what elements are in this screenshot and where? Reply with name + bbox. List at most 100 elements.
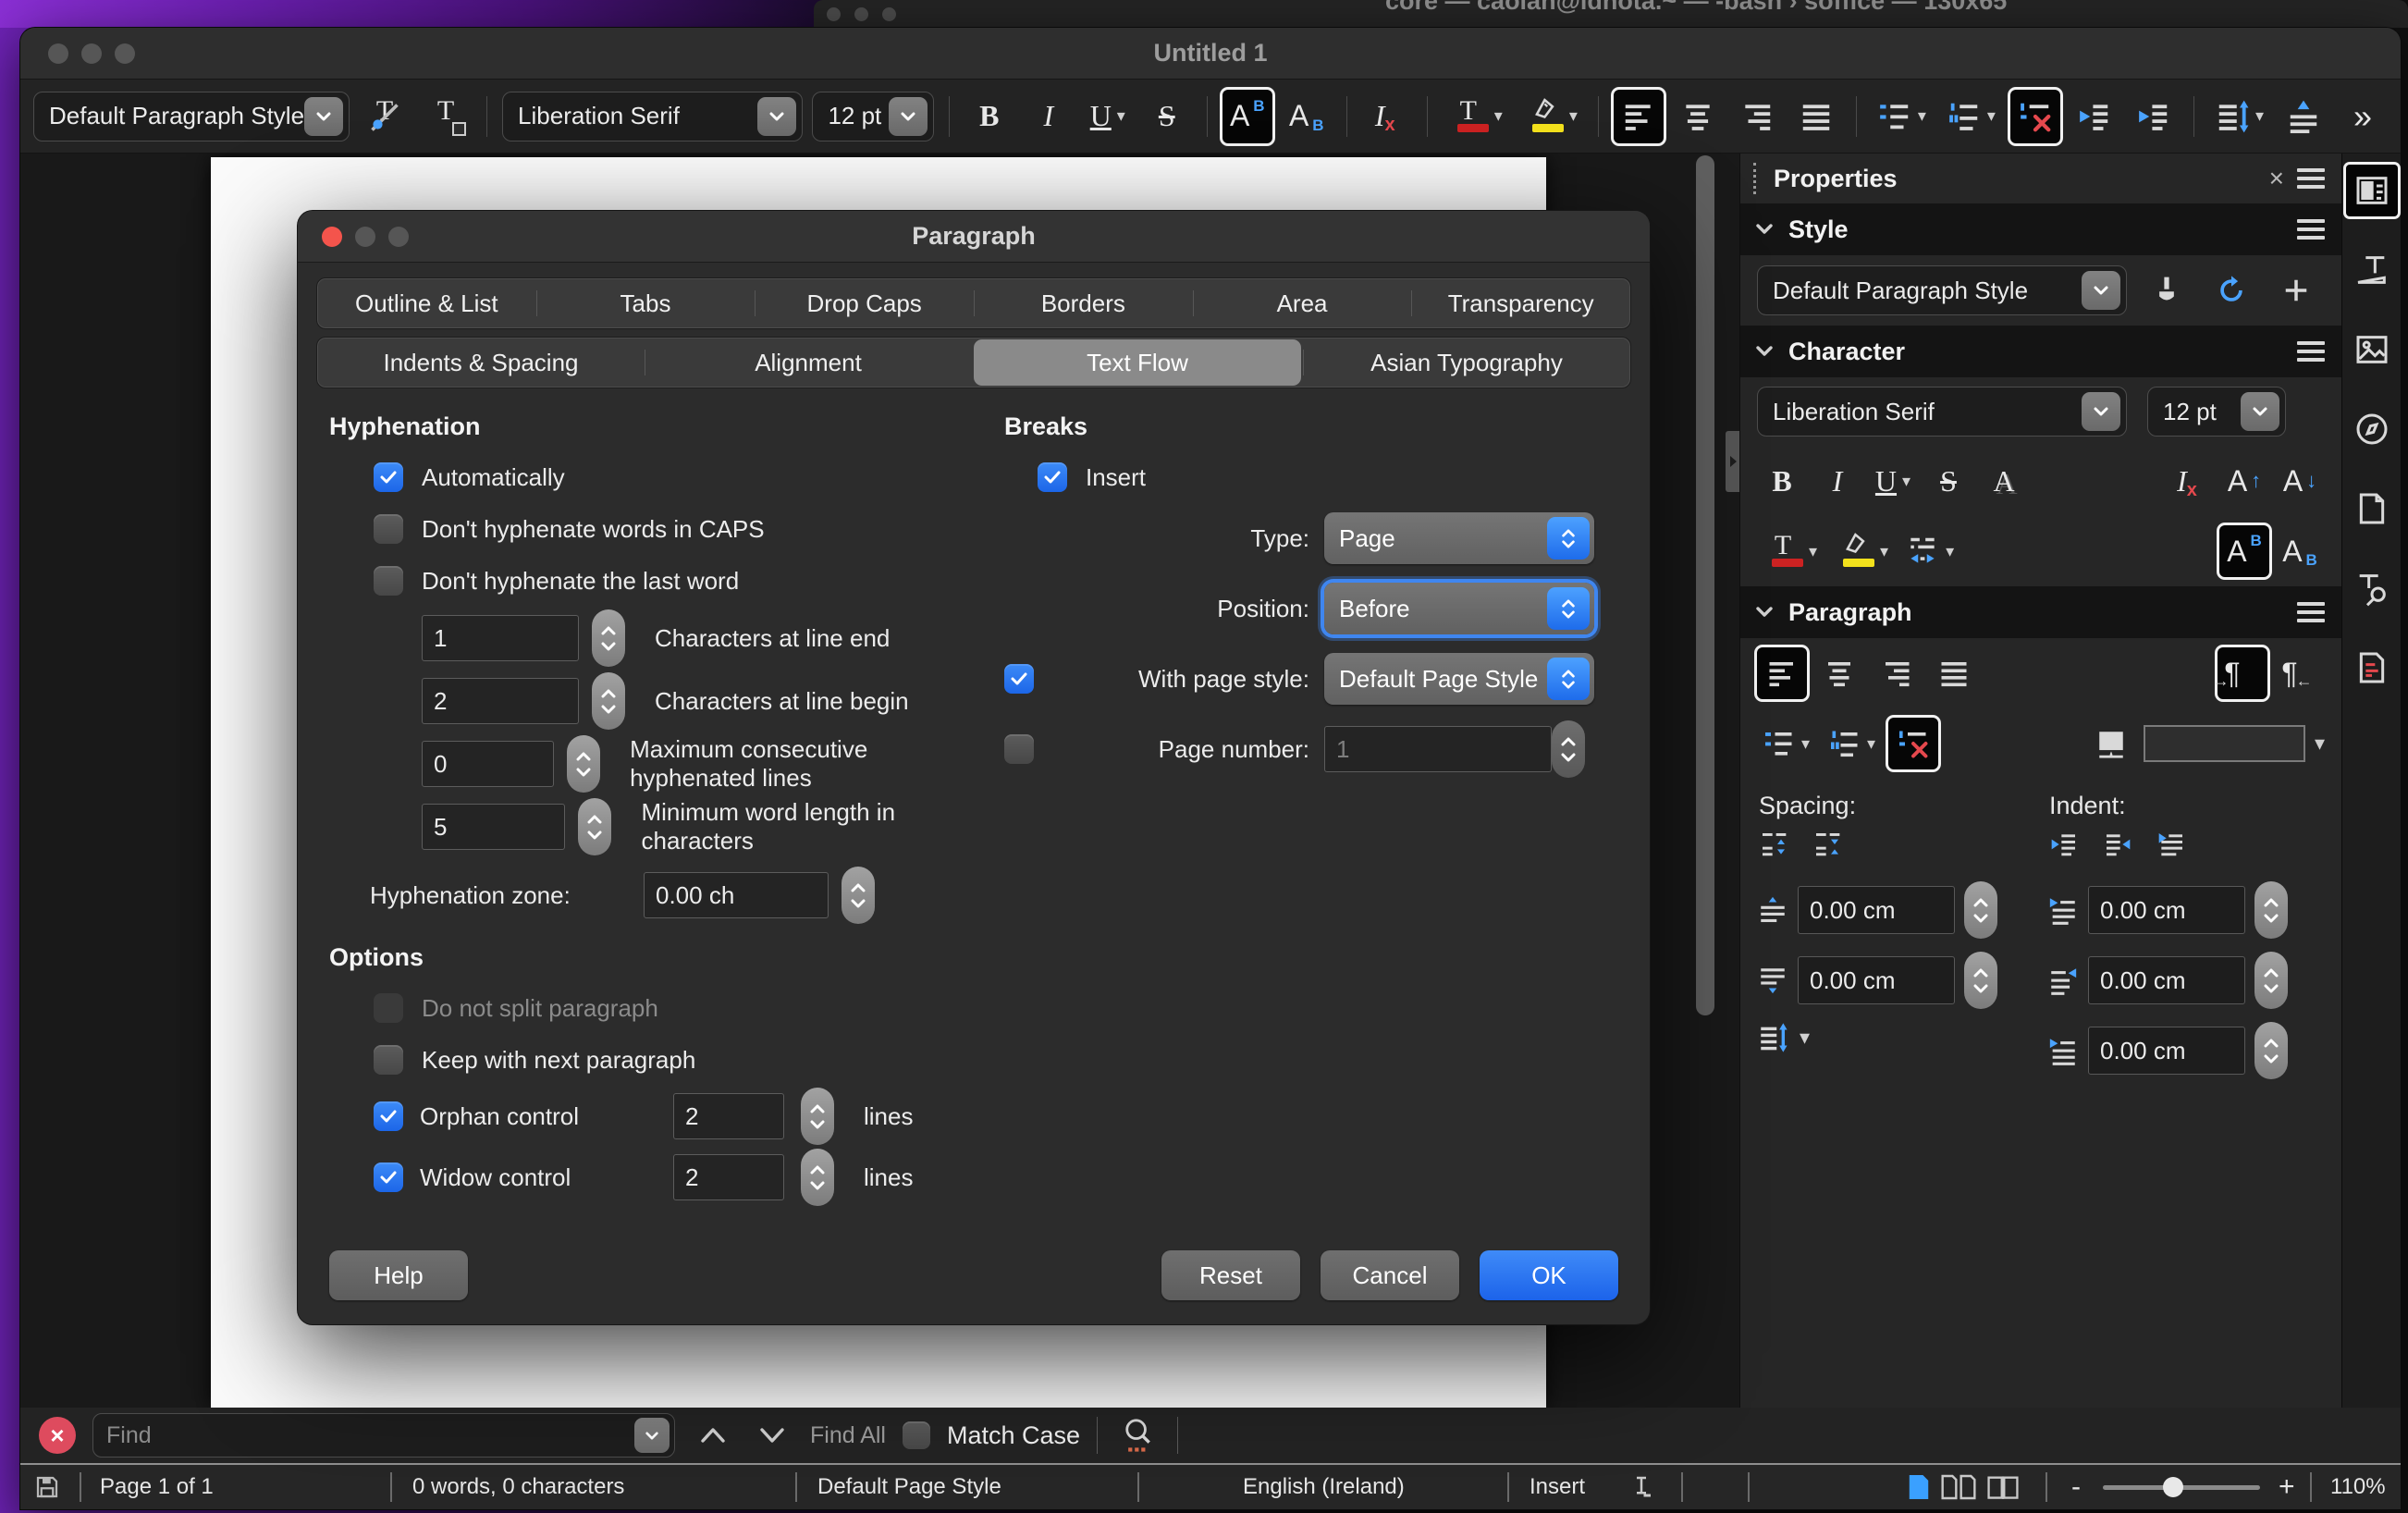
single-page-view-icon[interactable] [1907, 1473, 1931, 1501]
character-section-header[interactable]: Character [1740, 326, 2341, 377]
tab-tabs[interactable]: Tabs [536, 278, 756, 328]
sidebar-font-size-combo[interactable]: 12 pt [2147, 387, 2286, 437]
chevron-down-icon[interactable] [304, 97, 343, 136]
book-view-icon[interactable] [1986, 1473, 2020, 1501]
chevron-down-icon[interactable]: ▾ [1801, 734, 1810, 754]
window-titlebar[interactable]: Untitled 1 [20, 28, 2401, 80]
tab-borders[interactable]: Borders [974, 278, 1193, 328]
no-list-button[interactable] [2010, 90, 2060, 143]
orphan-lines-field[interactable]: 2 [673, 1093, 784, 1139]
strikethrough-button[interactable]: S [1142, 90, 1192, 143]
style-section-menu-icon[interactable] [2297, 219, 2325, 240]
tab-outline-list[interactable]: Outline & List [317, 278, 536, 328]
spacing-above-stepper[interactable] [1964, 881, 1997, 939]
highlight-color-button[interactable]: ▾ [1828, 525, 1894, 577]
chevron-down-icon[interactable] [757, 97, 796, 136]
max-hyphen-lines-stepper[interactable] [567, 735, 600, 793]
chars-line-end-field[interactable]: 1 [422, 615, 579, 661]
paragraph-style-combo[interactable]: Default Paragraph Style [33, 92, 350, 141]
find-next-button[interactable] [751, 1426, 793, 1445]
background-color-swatch[interactable] [2144, 725, 2305, 762]
widow-control-checkbox[interactable] [374, 1162, 403, 1192]
underline-button[interactable]: U▾ [1868, 455, 1918, 507]
justify-button[interactable] [1791, 90, 1841, 143]
decrease-indent-icon[interactable] [2103, 830, 2132, 859]
zoom-slider-thumb[interactable] [2163, 1477, 2183, 1497]
paragraph-background-button[interactable] [2086, 718, 2136, 769]
font-size-combo[interactable]: 12 pt [812, 92, 933, 141]
tab-area[interactable]: Area [1193, 278, 1412, 328]
no-last-word-checkbox[interactable] [374, 566, 403, 596]
hyphenation-zone-stepper[interactable] [842, 867, 875, 924]
paragraph-section-header[interactable]: Paragraph [1740, 586, 2341, 638]
paragraph-section-menu-icon[interactable] [2297, 602, 2325, 622]
align-center-button[interactable] [1673, 90, 1723, 143]
font-color-button[interactable]: T ▾ [1443, 90, 1508, 143]
chevron-down-icon[interactable]: ▾ [2255, 106, 2264, 126]
break-type-select[interactable]: Page [1324, 512, 1594, 564]
spacing-above-field[interactable]: 0.00 cm [1798, 886, 1955, 934]
increase-spacing-icon[interactable] [1759, 830, 1788, 859]
chars-line-begin-stepper[interactable] [592, 672, 625, 730]
deck-tab-properties[interactable] [2346, 165, 2398, 216]
chevron-down-icon[interactable] [2082, 271, 2120, 310]
align-center-button[interactable] [1814, 647, 1864, 699]
zoom-slider-track[interactable] [2103, 1485, 2260, 1490]
page-number-checkbox[interactable] [1004, 734, 1034, 764]
indent-first-line-field[interactable]: 0.00 cm [2088, 1027, 2245, 1075]
close-sidebar-button[interactable]: × [2269, 164, 2284, 193]
chevron-down-icon[interactable]: ▾ [1902, 472, 1910, 491]
tab-indents-spacing[interactable]: Indents & Spacing [317, 338, 645, 387]
selection-mode-icon[interactable] [1628, 1465, 1655, 1509]
zoom-percent-status[interactable]: 110% [2330, 1465, 2386, 1509]
indent-after-field[interactable]: 0.00 cm [2088, 956, 2245, 1004]
find-all-label[interactable]: Find All [810, 1422, 886, 1449]
unordered-list-button[interactable]: ▾ [1757, 718, 1815, 769]
align-left-button[interactable] [1614, 90, 1664, 143]
chevron-down-icon[interactable] [634, 1418, 670, 1453]
chars-line-end-stepper[interactable] [592, 609, 625, 667]
break-position-select[interactable]: Before [1324, 583, 1594, 634]
chevron-down-icon[interactable] [2241, 392, 2279, 431]
widow-lines-stepper[interactable] [801, 1149, 834, 1206]
dialog-titlebar[interactable]: Paragraph [298, 211, 1650, 263]
page-style-status[interactable]: Default Page Style [817, 1465, 1001, 1509]
justify-button[interactable] [1929, 647, 1979, 699]
indent-before-stepper[interactable] [2254, 881, 2288, 939]
character-section-menu-icon[interactable] [2297, 341, 2325, 362]
tab-asian-typography[interactable]: Asian Typography [1303, 338, 1630, 387]
chevron-down-icon[interactable]: ▾ [1867, 734, 1875, 754]
chevron-down-icon[interactable]: ▾ [1946, 542, 1954, 561]
chevron-down-icon[interactable]: ▾ [2315, 732, 2325, 756]
underline-button[interactable]: U▾ [1083, 90, 1133, 143]
line-spacing-button[interactable]: ▾ [2209, 90, 2269, 143]
increase-indent-button[interactable] [2129, 90, 2179, 143]
chevron-down-icon[interactable]: ▾ [1809, 542, 1817, 561]
decrease-spacing-icon[interactable] [1812, 830, 1842, 859]
zoom-slider[interactable] [2103, 1465, 2260, 1509]
ordered-list-button[interactable]: ▾ [1823, 718, 1881, 769]
highlight-color-button[interactable]: ▾ [1517, 90, 1583, 143]
deck-tab-page[interactable] [2346, 483, 2398, 535]
deck-tab-navigator[interactable] [2346, 403, 2398, 455]
match-case-checkbox[interactable] [903, 1421, 930, 1449]
insert-mode-status[interactable]: Insert [1530, 1465, 1585, 1509]
style-section-header[interactable]: Style [1740, 203, 2341, 255]
page-count-status[interactable]: Page 1 of 1 [100, 1465, 214, 1509]
character-spacing-button[interactable]: ▾ [1899, 525, 1960, 577]
deck-tab-accessibility-check[interactable] [2346, 642, 2398, 694]
ordered-list-button[interactable]: ▾ [1941, 90, 2001, 143]
close-find-bar-button[interactable]: × [39, 1417, 76, 1454]
max-hyphen-lines-field[interactable]: 0 [422, 741, 554, 787]
sidebar-font-combo[interactable]: Liberation Serif [1757, 387, 2127, 437]
italic-button[interactable]: I [1024, 90, 1074, 143]
vertical-scrollbar[interactable] [1693, 154, 1717, 1408]
subscript-button[interactable]: AB [1282, 90, 1332, 143]
find-combo[interactable] [92, 1413, 675, 1458]
with-page-style-checkbox[interactable] [1004, 664, 1034, 694]
min-word-length-stepper[interactable] [578, 798, 611, 855]
keep-with-next-checkbox[interactable] [374, 1045, 403, 1075]
zoom-in-button[interactable]: + [2279, 1465, 2295, 1509]
reset-button[interactable]: Reset [1161, 1250, 1300, 1300]
no-list-button[interactable] [1888, 718, 1938, 769]
